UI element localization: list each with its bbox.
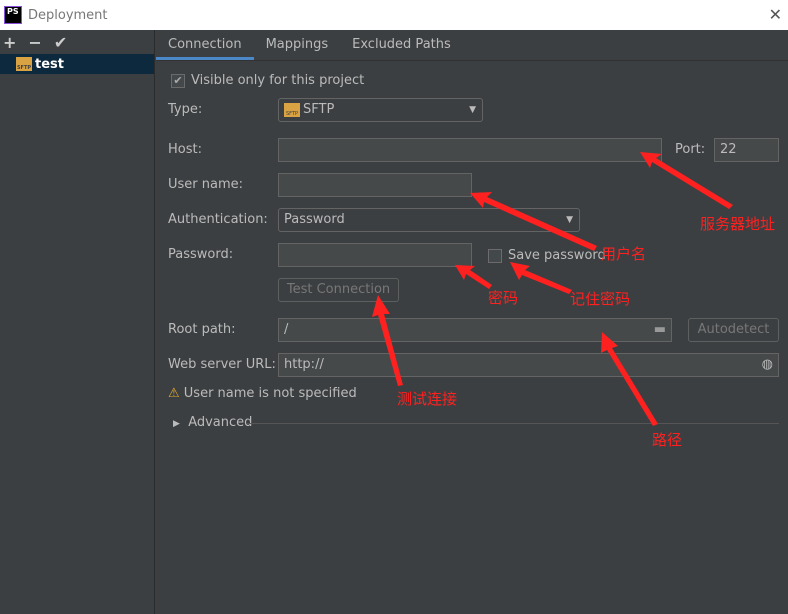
annotation-save-password: 记住密码 bbox=[570, 290, 631, 308]
arrow-host bbox=[640, 152, 733, 209]
annotation-test: 测试连接 bbox=[397, 390, 458, 408]
annotation-username: 用户名 bbox=[601, 245, 647, 263]
arrow-path bbox=[601, 332, 658, 426]
arrow-test bbox=[372, 295, 403, 386]
annotation-arrows bbox=[372, 152, 733, 426]
arrow-save-password bbox=[510, 262, 572, 294]
annotation-password: 密码 bbox=[488, 289, 519, 307]
annotation-host: 服务器地址 bbox=[700, 215, 776, 233]
annotation-path: 路径 bbox=[652, 431, 683, 449]
arrow-username bbox=[470, 192, 597, 251]
arrow-password bbox=[455, 265, 492, 289]
